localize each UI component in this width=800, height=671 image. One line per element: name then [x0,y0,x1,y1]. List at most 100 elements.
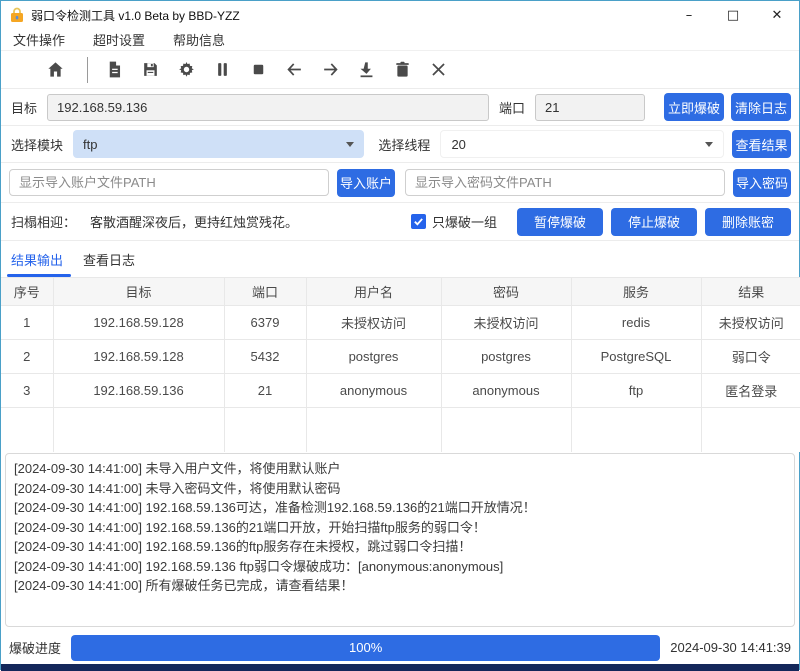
cell-result: 弱口令 [701,340,800,374]
port-label: 端口 [499,98,525,117]
target-input[interactable] [47,94,489,121]
account-path-input[interactable] [9,169,329,196]
download-icon[interactable] [356,59,377,80]
progress-fill: 100% [71,635,660,661]
log-area: [2024-09-30 14:41:00] 未导入用户文件，将使用默认账户 [2… [1,451,799,631]
cell-service: ftp [571,374,701,408]
single-group-checkbox-wrap: 只爆破一组 [411,212,509,231]
log-output-box[interactable]: [2024-09-30 14:41:00] 未导入用户文件，将使用默认账户 [2… [5,453,795,627]
status-bar: 爆破进度 100% 2024-09-30 14:41:39 [1,631,799,664]
pause-brute-button[interactable]: 暂停爆破 [517,208,603,236]
tab-view-log[interactable]: 查看日志 [81,244,137,277]
stop-icon[interactable] [248,59,269,80]
cell-password: postgres [441,340,571,374]
gear-icon[interactable] [176,59,197,80]
cell-target: 192.168.59.128 [53,340,224,374]
close-button[interactable]: ✕ [755,1,799,29]
file-icon[interactable] [104,59,125,80]
table-row[interactable]: 1 192.168.59.128 6379 未授权访问 未授权访问 redis … [1,306,800,340]
forward-arrow-icon[interactable] [320,59,341,80]
table-row[interactable]: 2 192.168.59.128 5432 postgres postgres … [1,340,800,374]
log-line: [2024-09-30 14:41:00] 未导入密码文件，将使用默认密码 [14,479,786,499]
cell-username: anonymous [306,374,441,408]
cell-password: anonymous [441,374,571,408]
cell-port: 21 [224,374,306,408]
col-target: 目标 [53,278,224,306]
cell-username: postgres [306,340,441,374]
window-title: 弱口令检测工具 v1.0 Beta by BBD-YZZ [31,7,240,24]
chevron-down-icon [346,142,354,147]
progress-value: 100% [349,640,382,655]
progress-bar: 100% [71,635,660,661]
cell-result: 未授权访问 [701,306,800,340]
greeting-text: 客散酒醒深夜后，更持红烛赏残花。 [90,212,298,231]
log-line: [2024-09-30 14:41:00] 192.168.59.136的ftp… [14,537,786,557]
clear-log-button[interactable]: 清除日志 [731,93,791,121]
target-label: 目标 [11,98,37,117]
toolbar [1,51,799,89]
port-input[interactable] [535,94,645,121]
trash-icon[interactable] [392,59,413,80]
cell-index: 3 [1,374,53,408]
greeting-label: 扫榻相迎： [11,212,76,231]
col-service: 服务 [571,278,701,306]
import-account-button[interactable]: 导入账户 [337,169,395,197]
chevron-down-icon [705,142,713,147]
start-brute-button[interactable]: 立即爆破 [664,93,724,121]
log-line: [2024-09-30 14:41:00] 所有爆破任务已完成，请查看结果！ [14,576,786,596]
module-select[interactable]: ftp [73,130,364,158]
back-arrow-icon[interactable] [284,59,305,80]
cell-username: 未授权访问 [306,306,441,340]
tab-result-output[interactable]: 结果输出 [9,244,65,277]
close-x-icon[interactable] [428,59,449,80]
delete-credentials-button[interactable]: 删除账密 [705,208,791,236]
view-results-button[interactable]: 查看结果 [732,130,791,158]
module-row: 选择模块 ftp 选择线程 20 查看结果 [1,126,799,163]
col-password: 密码 [441,278,571,306]
table-header-row: 序号 目标 端口 用户名 密码 服务 结果 [1,278,800,306]
single-group-checkbox[interactable] [411,214,426,229]
target-row: 目标 端口 立即爆破 清除日志 [1,89,799,126]
status-timestamp: 2024-09-30 14:41:39 [670,640,791,655]
cell-index: 1 [1,306,53,340]
minimize-button[interactable]: – [667,1,711,29]
titlebar: 弱口令检测工具 v1.0 Beta by BBD-YZZ – □ ✕ [1,1,799,29]
cell-result: 匿名登录 [701,374,800,408]
results-table-area: 序号 目标 端口 用户名 密码 服务 结果 1 192.168.59.128 6… [1,277,799,451]
menu-help-info[interactable]: 帮助信息 [171,30,237,49]
progress-label: 爆破进度 [9,638,61,657]
menu-timeout-settings[interactable]: 超时设置 [91,30,157,49]
col-username: 用户名 [306,278,441,306]
tab-bar: 结果输出 查看日志 [1,241,799,277]
cell-service: redis [571,306,701,340]
cell-target: 192.168.59.128 [53,306,224,340]
stop-brute-button[interactable]: 停止爆破 [611,208,697,236]
menu-file-ops[interactable]: 文件操作 [11,30,77,49]
thread-select[interactable]: 20 [440,130,724,158]
cell-target: 192.168.59.136 [53,374,224,408]
thread-label: 选择线程 [378,135,430,154]
maximize-button[interactable]: □ [711,1,755,29]
module-select-value: ftp [83,137,346,152]
log-line: [2024-09-30 14:41:00] 192.168.59.136的21端… [14,518,786,538]
cell-port: 5432 [224,340,306,374]
import-password-button[interactable]: 导入密码 [733,169,791,197]
menubar: 文件操作 超时设置 帮助信息 [1,29,799,51]
cell-index: 2 [1,340,53,374]
password-path-input[interactable] [405,169,725,196]
home-icon[interactable] [45,59,66,80]
cell-password: 未授权访问 [441,306,571,340]
table-empty-row [1,408,800,452]
pause-icon[interactable] [212,59,233,80]
save-icon[interactable] [140,59,161,80]
toolbar-divider [87,57,88,83]
cell-service: PostgreSQL [571,340,701,374]
app-lock-icon [9,7,25,23]
module-label: 选择模块 [11,135,63,154]
single-group-checkbox-label: 只爆破一组 [432,212,497,231]
table-row[interactable]: 3 192.168.59.136 21 anonymous anonymous … [1,374,800,408]
options-row: 扫榻相迎： 客散酒醒深夜后，更持红烛赏残花。 只爆破一组 暂停爆破 停止爆破 删… [1,203,799,241]
log-line: [2024-09-30 14:41:00] 192.168.59.136可达，准… [14,498,786,518]
col-result: 结果 [701,278,800,306]
thread-select-value: 20 [451,137,705,152]
